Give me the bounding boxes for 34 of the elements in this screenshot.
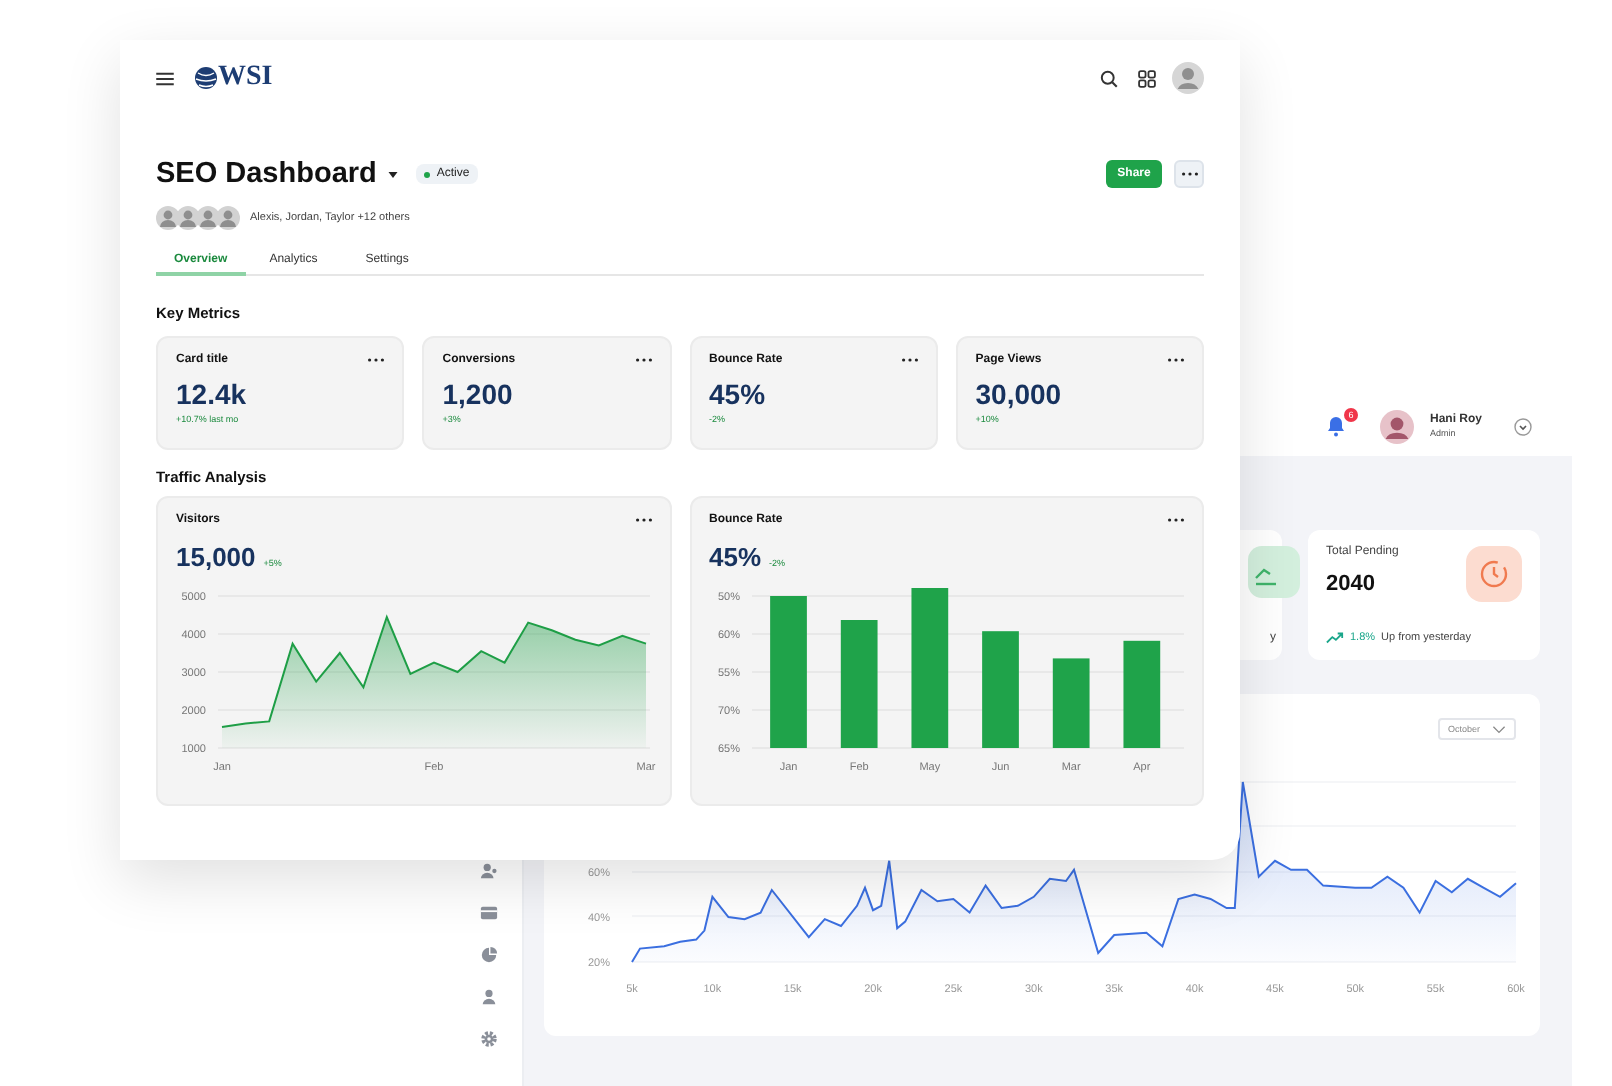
avatar-icon[interactable]	[1380, 409, 1414, 443]
user-icon[interactable]	[480, 988, 498, 1006]
bar	[839, 620, 877, 748]
chevron-down-icon[interactable]	[1514, 417, 1532, 435]
chart-icon	[1248, 546, 1300, 598]
more-button[interactable]	[1174, 160, 1204, 188]
trend-up-icon	[1326, 632, 1344, 644]
avatar-icon[interactable]	[1172, 62, 1204, 94]
pie-chart-icon[interactable]	[480, 946, 498, 964]
page-title: SEO Dashboard	[156, 158, 377, 190]
menu-icon[interactable]	[156, 71, 174, 85]
metric-value: 30,000	[975, 378, 1064, 410]
bar	[1122, 640, 1160, 748]
clock-icon	[1466, 546, 1522, 602]
users-icon[interactable]	[480, 862, 498, 880]
card-icon[interactable]	[480, 904, 498, 922]
bell-icon[interactable]	[1324, 414, 1348, 438]
status-dot-icon	[424, 171, 431, 177]
chart-value: 15,000	[176, 542, 256, 572]
logo[interactable]: WSI	[218, 62, 273, 94]
bar	[1051, 658, 1089, 748]
globe-icon	[194, 66, 218, 90]
caret-icon[interactable]	[388, 171, 399, 177]
stat-value: 2040	[1326, 572, 1377, 596]
apps-icon[interactable]	[1138, 69, 1156, 87]
search-icon[interactable]	[1100, 69, 1118, 87]
bar	[981, 631, 1018, 748]
chart-value: 45%	[709, 542, 762, 572]
metric-value: 12.4k	[176, 378, 249, 410]
metric-value: 1,200	[442, 378, 515, 410]
settings-icon[interactable]	[480, 1030, 498, 1048]
chevron-down-icon	[1492, 725, 1506, 733]
avatar-icon	[216, 206, 240, 230]
metric-value: 45%	[709, 378, 768, 410]
